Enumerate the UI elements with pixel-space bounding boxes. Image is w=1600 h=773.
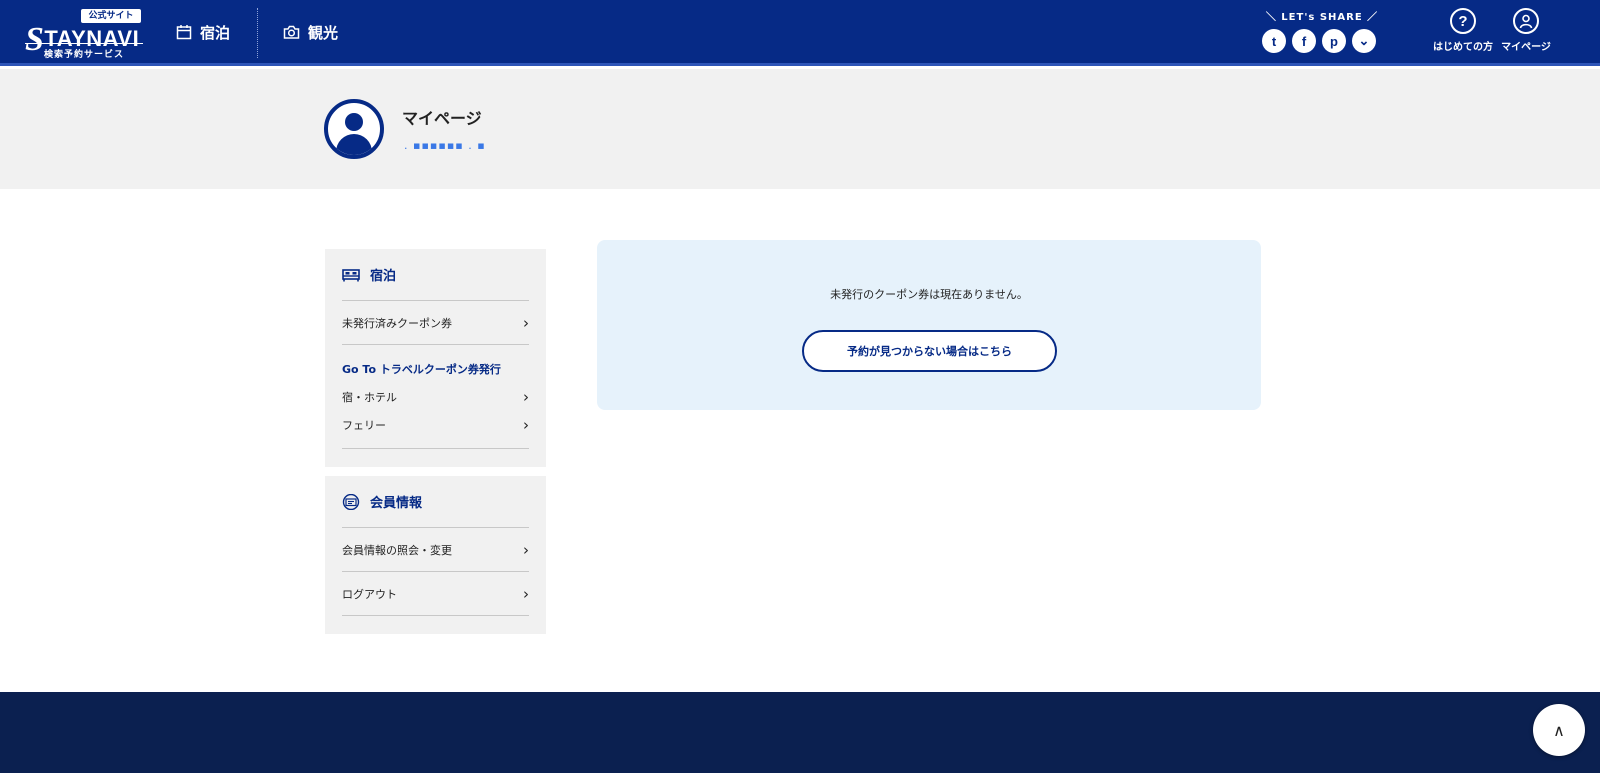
camera-icon bbox=[283, 25, 300, 39]
pocket-icon[interactable]: ⌄ bbox=[1352, 29, 1376, 53]
logo-underline bbox=[25, 43, 143, 44]
sidebar-item-label: 会員情報の照会・変更 bbox=[342, 543, 452, 557]
back-to-top-button[interactable]: ∧ bbox=[1533, 704, 1585, 756]
calendar-icon bbox=[176, 25, 192, 40]
nav-sightseeing[interactable]: 観光 bbox=[283, 20, 338, 44]
sidebar-item-label: ログアウト bbox=[342, 587, 397, 601]
sidebar-item-logout[interactable]: ログアウト › bbox=[342, 572, 529, 616]
username: . ▪▪▪▪▪▪ . ▪ bbox=[404, 139, 486, 152]
mypage-button[interactable]: マイページ bbox=[1491, 8, 1561, 53]
first-time-label: はじめての方 bbox=[1433, 42, 1493, 53]
nav-stay-label: 宿泊 bbox=[200, 23, 231, 42]
share-icons: t f p ⌄ bbox=[1262, 29, 1382, 53]
share-label: ＼ LET's SHARE ／ bbox=[1265, 12, 1379, 23]
logo-subtitle: 検索予約サービス bbox=[43, 50, 124, 60]
sidebar-stay-section: 宿泊 未発行済みクーポン券 › Go To トラベルクーポン券発行 宿・ホテル … bbox=[325, 249, 546, 467]
twitter-icon[interactable]: t bbox=[1262, 29, 1286, 53]
chevron-right-icon: › bbox=[523, 540, 529, 559]
nav-sightseeing-label: 観光 bbox=[308, 23, 339, 42]
staynavi-logo[interactable]: 公式サイト STAYNAVI 検索予約サービス bbox=[25, 7, 143, 60]
chevron-right-icon: › bbox=[523, 584, 529, 603]
sidebar-item-ferry[interactable]: フェリー › bbox=[342, 411, 529, 449]
sidebar-member-heading: 会員情報 bbox=[342, 476, 529, 528]
no-coupons-message: 未発行のクーポン券は現在ありません。 bbox=[830, 288, 1028, 301]
mypage-label: マイページ bbox=[1501, 42, 1551, 53]
goto-travel-heading: Go To トラベルクーポン券発行 bbox=[342, 363, 501, 376]
page-title: マイページ bbox=[402, 109, 482, 128]
chevron-up-icon: ∧ bbox=[1553, 720, 1565, 740]
first-time-button[interactable]: ? はじめての方 bbox=[1428, 8, 1498, 53]
reservation-not-found-button[interactable]: 予約が見つからない場合はこちら bbox=[802, 330, 1057, 372]
sidebar-item-hotel[interactable]: 宿・ホテル › bbox=[342, 383, 529, 411]
question-icon: ? bbox=[1450, 8, 1476, 34]
coupon-panel: 未発行のクーポン券は現在ありません。 予約が見つからない場合はこちら bbox=[597, 240, 1261, 410]
site-header: 公式サイト STAYNAVI 検索予約サービス 宿泊 観光 ＼ LET's SH… bbox=[0, 0, 1600, 66]
user-icon bbox=[1513, 8, 1539, 34]
site-footer bbox=[0, 692, 1600, 773]
id-card-icon bbox=[342, 493, 360, 510]
share-section: ＼ LET's SHARE ／ t f p ⌄ bbox=[1262, 8, 1382, 53]
sidebar-item-label: 宿・ホテル bbox=[342, 391, 397, 404]
bed-icon bbox=[342, 268, 360, 281]
nav-divider bbox=[257, 8, 258, 58]
avatar-icon bbox=[324, 99, 384, 159]
chevron-right-icon: › bbox=[523, 313, 529, 332]
nav-stay[interactable]: 宿泊 bbox=[176, 20, 230, 44]
facebook-icon[interactable]: f bbox=[1292, 29, 1316, 53]
chevron-right-icon: › bbox=[523, 415, 529, 434]
sidebar-item-label: フェリー bbox=[342, 418, 386, 432]
sidebar-item-label: 未発行済みクーポン券 bbox=[342, 316, 452, 330]
sidebar-item-member-info[interactable]: 会員情報の照会・変更 › bbox=[342, 528, 529, 572]
chevron-right-icon: › bbox=[523, 388, 529, 406]
sidebar-member-section: 会員情報 会員情報の照会・変更 › ログアウト › bbox=[325, 476, 546, 634]
sidebar-member-heading-label: 会員情報 bbox=[370, 496, 423, 511]
sidebar-stay-heading-label: 宿泊 bbox=[370, 269, 397, 284]
sidebar-stay-heading: 宿泊 bbox=[342, 249, 529, 301]
pinterest-icon[interactable]: p bbox=[1322, 29, 1346, 53]
sidebar-item-issued-coupons[interactable]: 未発行済みクーポン券 › bbox=[342, 301, 529, 345]
profile-banner: マイページ . ▪▪▪▪▪▪ . ▪ bbox=[0, 69, 1600, 189]
